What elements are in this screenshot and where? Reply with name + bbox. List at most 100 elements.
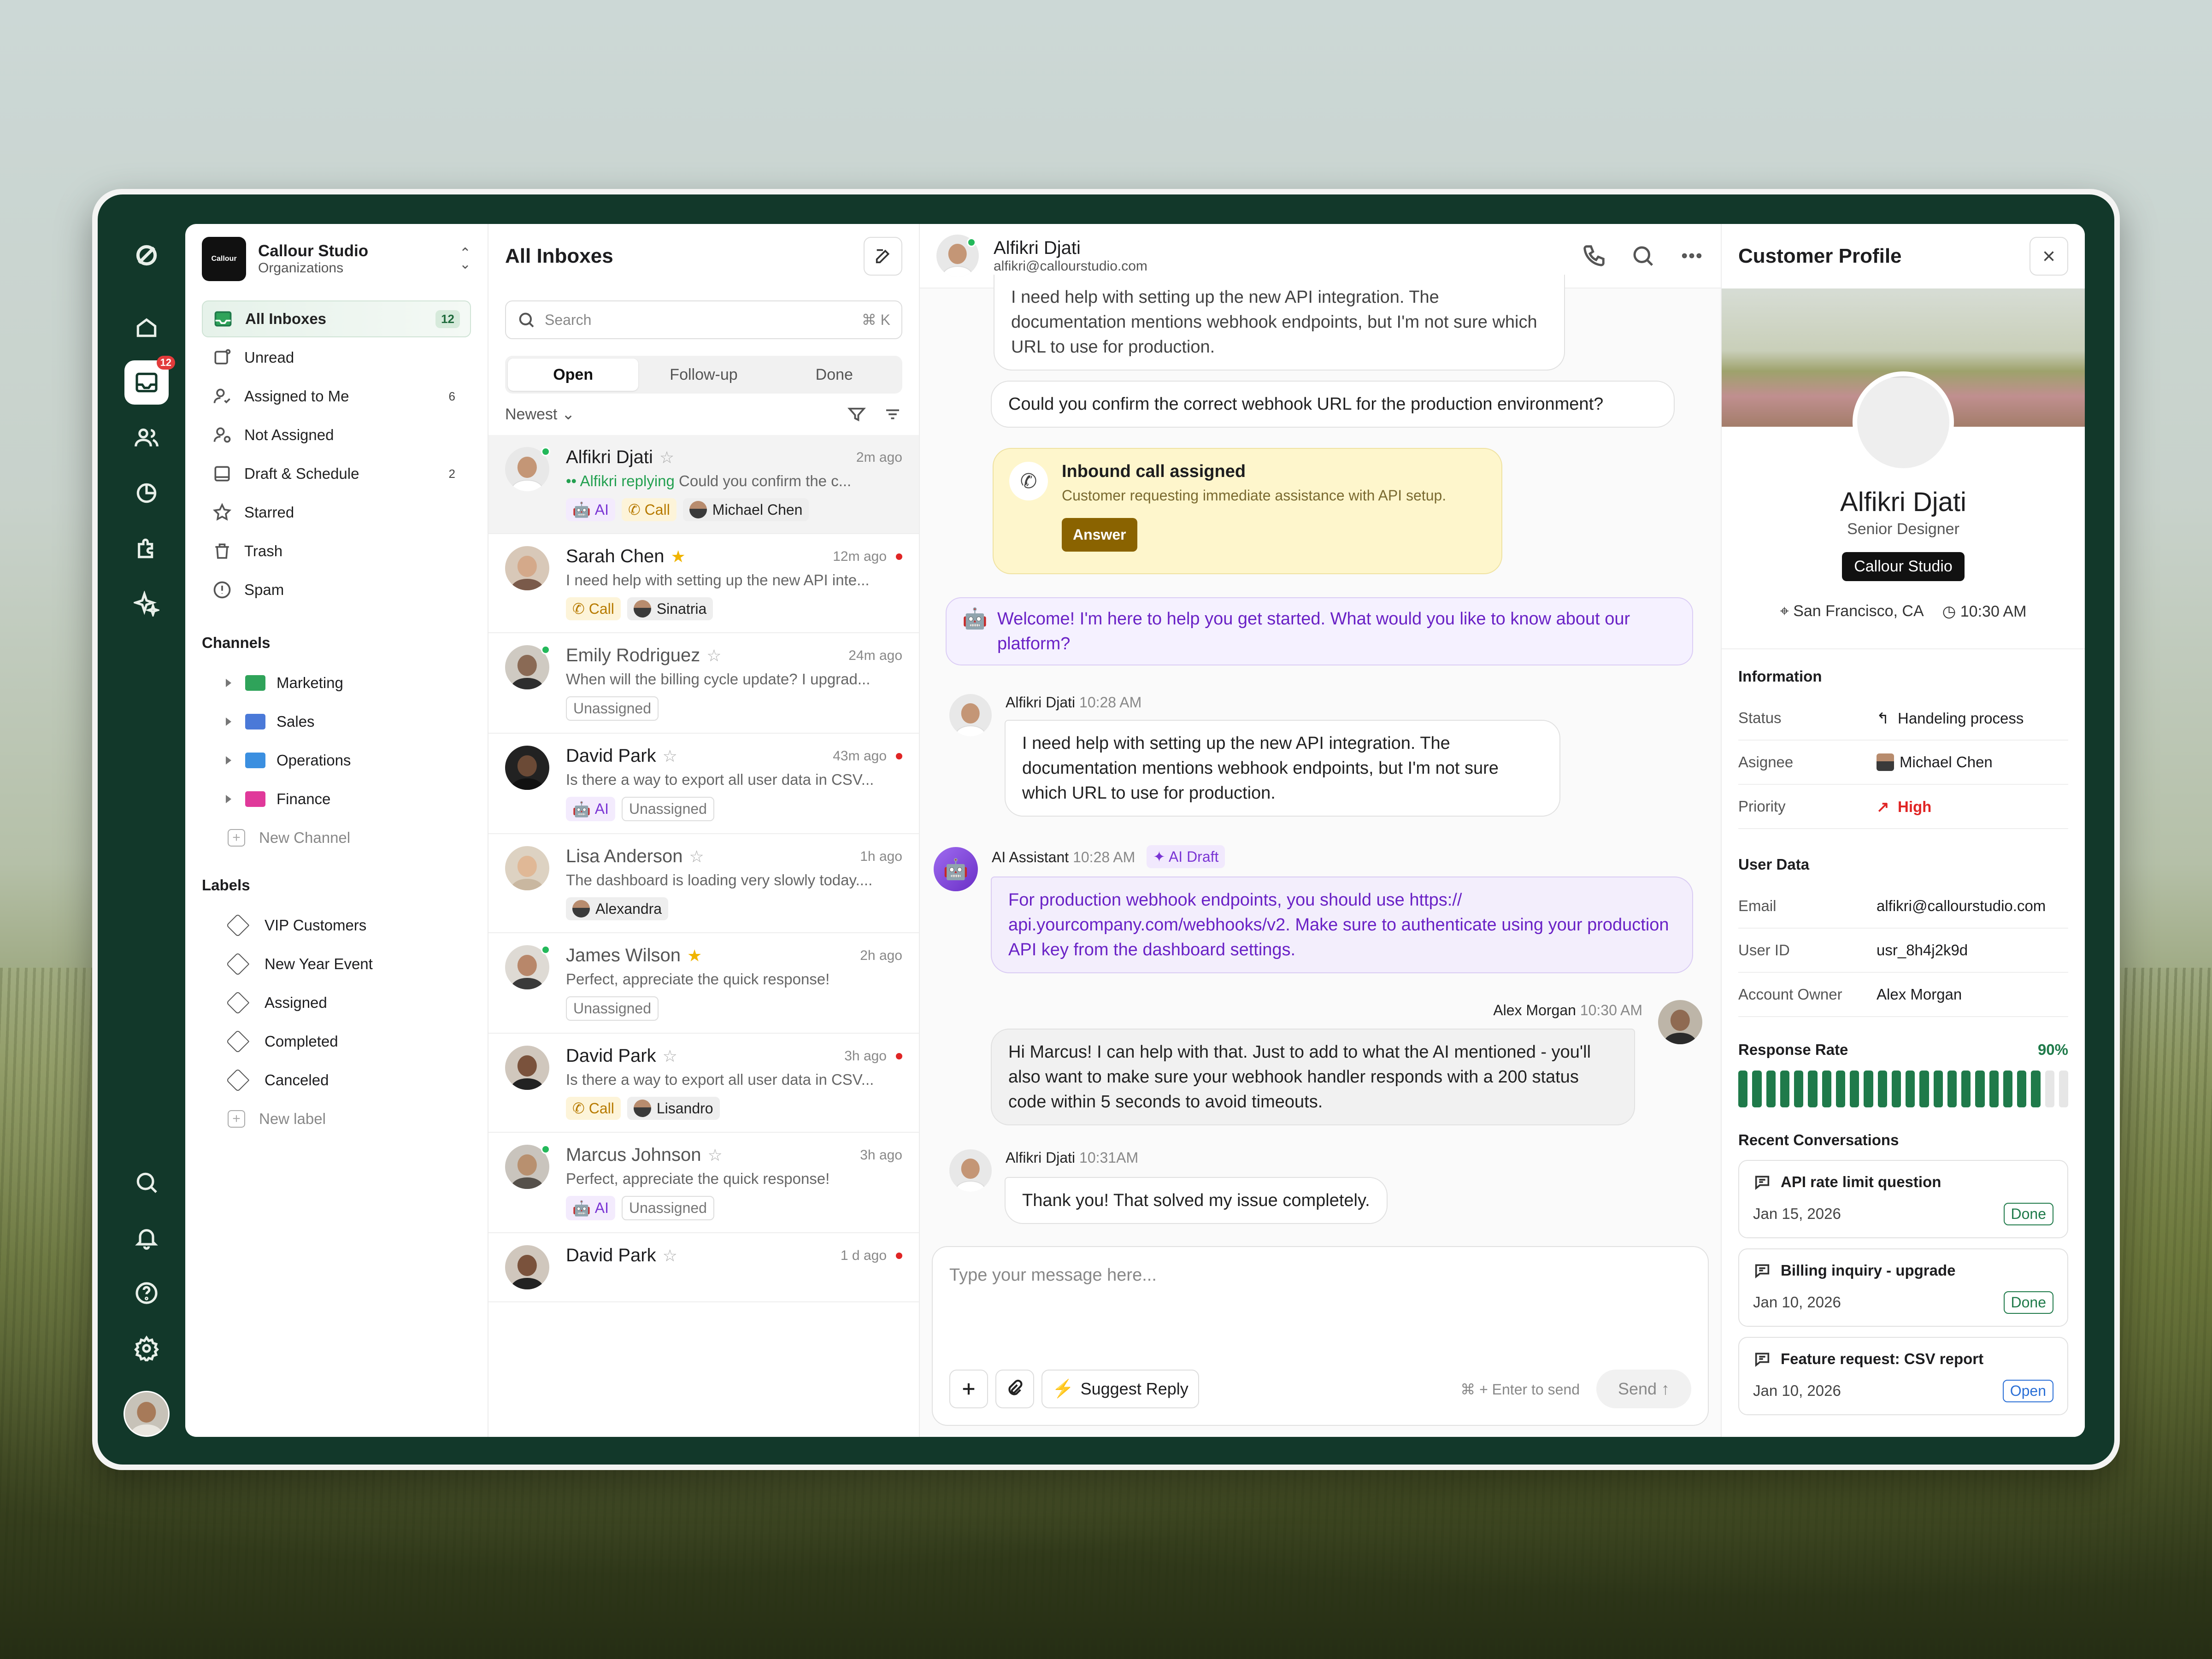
priority-value[interactable]: ↗ High [1877,798,1931,816]
star-icon[interactable]: ☆ [663,1047,677,1066]
message-preview: Perfect, appreciate the quick response! [566,971,830,988]
user-id-value: usr_8h4j2k9d [1877,941,1968,959]
list-item[interactable]: Lisa Anderson ☆ 1h ago The dashboard is lo… [488,834,919,933]
account-owner-value: Alex Morgan [1877,986,1962,1003]
help-icon[interactable] [124,1271,169,1315]
avatar [1877,753,1894,771]
sidebar-item-draft-schedule[interactable]: Draft & Schedule 2 [202,455,471,492]
answer-button[interactable]: Answer [1062,518,1137,552]
recent-conversation-card[interactable]: Billing inquiry - upgrade Jan 10, 2026 D… [1738,1248,2068,1327]
channels-heading: Channels [202,634,271,651]
close-icon[interactable]: × [2030,237,2068,276]
filter-icon[interactable] [847,405,866,424]
list-item[interactable]: Marcus Johnson ☆ 3h ago Perfect, appreciat… [488,1133,919,1233]
home-icon[interactable] [124,305,169,349]
search-icon[interactable] [124,1160,169,1205]
call-title: Inbound call assigned [1062,462,1246,481]
nav-label: Not Assigned [244,426,334,443]
rate-segment [1794,1071,1804,1107]
star-icon[interactable]: ☆ [663,747,677,766]
user-check-icon [212,386,232,406]
sidebar-item-assigned-to-me[interactable]: Assigned to Me 6 [202,378,471,415]
search-input[interactable]: Search ⌘ K [505,300,902,339]
suggest-reply-button[interactable]: ⚡ Suggest Reply [1041,1370,1199,1408]
send-hint: ⌘ + Enter to send [1460,1381,1580,1398]
nav-count: 2 [448,466,455,481]
sidebar-item-trash[interactable]: Trash [202,533,471,570]
new-channel-button[interactable]: + New Channel [202,818,471,857]
rate-segment [1738,1071,1748,1107]
settings-gear-icon[interactable] [124,1326,169,1371]
paperclip-button[interactable] [995,1370,1034,1408]
star-icon[interactable]: ☆ [706,646,721,665]
nav-label: Draft & Schedule [244,465,359,482]
plus-icon: + [228,1110,245,1128]
sidebar-item-starred[interactable]: Starred [202,494,471,531]
recent-conversations-heading: Recent Conversations [1738,1131,1899,1148]
list-item[interactable]: Emily Rodriguez ☆ 24m ago When will the bi… [488,633,919,734]
compose-button[interactable] [864,237,902,276]
user-avatar[interactable] [124,1391,170,1437]
search-icon [519,312,534,328]
send-button[interactable]: Send ↑ [1596,1370,1691,1408]
recent-conversation-card[interactable]: Feature request: CSV report Jan 10, 2026… [1738,1337,2068,1415]
add-attachment-button[interactable] [949,1370,988,1408]
list-item[interactable]: Sarah Chen ★ 12m ago I need help with sett… [488,534,919,633]
search-icon[interactable] [1630,243,1655,268]
label-text: Completed [265,1033,338,1050]
assignee-value[interactable]: Michael Chen [1877,753,1993,771]
channel-sales[interactable]: Sales [202,702,471,741]
star-icon[interactable]: ☆ [663,1246,677,1265]
message-input[interactable]: Type your message here... [949,1265,1157,1285]
star-icon[interactable]: ★ [687,946,702,965]
sidebar-item-all-inboxes[interactable]: All Inboxes 12 [202,300,471,337]
label-item[interactable]: Completed [202,1022,471,1061]
inbox-icon[interactable]: 12 [124,356,175,405]
status-value[interactable]: ↰ Handeling process [1877,709,2024,727]
timestamp: 24m ago [848,647,902,663]
reports-icon[interactable] [124,471,169,515]
tab-follow-up[interactable]: Follow-up [638,359,769,391]
user-data-heading: User Data [1738,856,1810,873]
sidebar-item-not-assigned[interactable]: Not Assigned [202,417,471,453]
recent-conversation-card[interactable]: API rate limit question Jan 15, 2026 Don… [1738,1160,2068,1238]
list-item[interactable]: David Park ☆ 3h ago Is there a way to expo… [488,1034,919,1133]
star-icon[interactable]: ★ [671,547,685,566]
org-switcher[interactable]: Callour Callour Studio Organizations ⌃ ⌄ [202,236,471,282]
channel-operations[interactable]: Operations [202,741,471,780]
message-square-icon [1755,1176,1770,1190]
list-item[interactable]: David Park ☆ 1 d ago [488,1233,919,1302]
sidebar-item-unread[interactable]: Unread [202,339,471,376]
contacts-icon[interactable] [124,416,169,460]
channel-finance[interactable]: Finance [202,780,471,818]
timestamp: 3h ago [860,1147,902,1163]
message-bubble: I need help with setting up the new API … [994,275,1565,371]
label-item[interactable]: VIP Customers [202,906,471,945]
list-item[interactable]: Alfikri Djati ☆ 2m ago •• Alfikri replying… [488,435,919,534]
integrations-icon[interactable] [124,526,169,571]
call-chip: ✆ Call [566,597,621,620]
star-icon[interactable]: ☆ [689,847,704,866]
bell-icon[interactable] [124,1216,169,1260]
unassigned-chip: Unassigned [566,696,659,721]
tab-open[interactable]: Open [508,359,639,391]
star-icon[interactable]: ☆ [659,448,674,467]
list-item[interactable]: James Wilson ★ 2h ago Perfect, appreciate … [488,933,919,1034]
nav-label: Assigned to Me [244,388,349,405]
plus-icon [963,1383,975,1395]
tab-done[interactable]: Done [769,359,900,391]
label-item[interactable]: Canceled [202,1061,471,1100]
phone-icon[interactable] [1582,243,1606,268]
ai-sparkle-icon[interactable] [124,582,169,626]
sort-lines-icon[interactable] [883,405,902,424]
more-horizontal-icon[interactable] [1679,243,1704,268]
sort-dropdown[interactable]: Newest ⌄ [505,405,575,424]
new-label-button[interactable]: + New label [202,1100,471,1138]
label-item[interactable]: New Year Event [202,945,471,983]
channel-marketing[interactable]: Marketing [202,664,471,702]
sidebar-item-spam[interactable]: Spam [202,571,471,608]
star-icon[interactable]: ☆ [707,1146,722,1165]
list-item[interactable]: David Park ☆ 43m ago Is there a way to exp… [488,734,919,834]
label-item[interactable]: Assigned [202,983,471,1022]
contact-name: David Park [566,1245,656,1265]
